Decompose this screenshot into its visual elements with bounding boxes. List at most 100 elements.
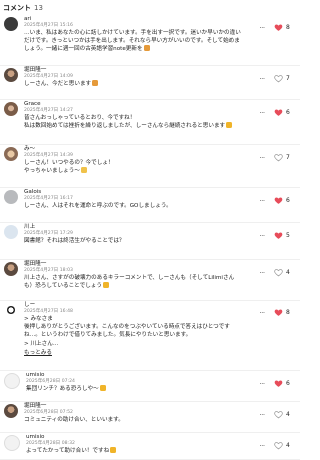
like-count: 7 xyxy=(286,75,290,82)
comment-text-content: 川上さん、さすがの破壊力のあるキラーコメントで、しーさんも（そしてLilimiさ… xyxy=(24,275,235,290)
read-more-link[interactable]: もっとみる xyxy=(24,348,242,356)
heart-filled-icon[interactable] xyxy=(274,379,283,388)
more-menu-icon[interactable]: ··· xyxy=(256,232,268,240)
comment-item: 堀田隆一 2025年4月27日 18:03 川上さん、さすがの破壊力のあるキラーコメ… xyxy=(0,260,300,301)
comment-author[interactable]: 堀田隆一 xyxy=(24,403,242,410)
comment-author[interactable]: ari xyxy=(24,16,242,23)
comment-actions: ··· 6 xyxy=(256,379,292,388)
comment-item: umisio 2025年4月28日 08:32 よってたかって助け合い！ですね ···… xyxy=(0,433,300,460)
avatar[interactable] xyxy=(4,435,20,451)
comment-item: 堀田隆一 2025年6月28日 07:52 コミュニティの助け合い、といいます。 ··… xyxy=(0,402,300,433)
more-menu-icon[interactable]: ··· xyxy=(256,269,268,277)
more-menu-icon[interactable]: ··· xyxy=(256,411,268,419)
comment-author[interactable]: 堀田隆一 xyxy=(24,261,242,268)
heart-filled-icon[interactable] xyxy=(274,308,283,317)
comment-author[interactable]: 川上 xyxy=(24,224,242,231)
like-count: 6 xyxy=(286,197,290,204)
avatar[interactable] xyxy=(4,68,18,82)
comment-text: 集団リンチ？ある恐ろしや〜 xyxy=(26,385,242,393)
more-menu-icon[interactable]: ··· xyxy=(256,24,268,32)
heart-outline-icon[interactable] xyxy=(274,410,283,419)
comment-actions: ··· 8 xyxy=(256,23,292,32)
smile-emoji-icon xyxy=(226,122,233,129)
comment-text-content: 図書館？それは終活生がやることでは？ xyxy=(24,238,125,244)
comment-author[interactable]: umisio xyxy=(26,372,242,379)
comment-author[interactable]: Galois xyxy=(24,189,242,196)
comment-text: しーさん、人はそれを運命と呼ぶのです。GOしましょう。 xyxy=(24,202,242,210)
heart-outline-icon[interactable] xyxy=(274,441,283,450)
smile-emoji-icon xyxy=(110,447,117,453)
comment-text-content: 集団リンチ？ある恐ろしや〜 xyxy=(26,386,99,392)
comment-author[interactable]: Grace xyxy=(24,101,242,108)
comment-author[interactable]: 堀田隆一 xyxy=(24,67,242,74)
comment-body: 川上 2025年4月27日 17:29 図書館？それは終活生がやることでは？ xyxy=(24,223,294,259)
comment-body: み〜 2025年4月27日 14:39 しーさん！いつやるの？今でしょ！ やっちゃい… xyxy=(24,145,294,187)
comment-text: よってたかって助け合い！ですね xyxy=(26,447,242,455)
comment-body: 堀田隆一 2025年4月27日 14:09 しーさん、今だと思います xyxy=(24,66,294,99)
comment-actions: ··· 7 xyxy=(256,153,292,162)
comment-text: > みなさま 後押しありがとうございます。こんなのをつぶやいている時点で答えはひ… xyxy=(24,315,242,348)
heart-outline-icon[interactable] xyxy=(274,153,283,162)
comment-item: み〜 2025年4月27日 14:39 しーさん！いつやるの？今でしょ！ やっちゃい… xyxy=(0,145,300,188)
avatar[interactable] xyxy=(4,225,18,239)
avatar[interactable] xyxy=(4,190,18,204)
comment-actions: ··· 4 xyxy=(256,268,292,277)
like-count: 4 xyxy=(286,411,290,418)
comment-text: …いま、私はあなたの心に話しかけています。手を出す一択です。迷いか早いかの違いだ… xyxy=(24,29,242,54)
comment-text: コミュニティの助け合い、といいます。 xyxy=(24,416,242,424)
book-emoji-icon xyxy=(92,80,99,86)
comment-actions: ··· 6 xyxy=(256,196,292,205)
like-count: 8 xyxy=(286,24,290,31)
more-menu-icon[interactable]: ··· xyxy=(256,75,268,83)
comment-item: umisio 2025年6月28日 07:24 集団リンチ？ある恐ろしや〜 ··· 6 xyxy=(0,371,300,402)
comment-author[interactable]: umisio xyxy=(26,434,242,441)
comment-text: 皆さんおっしゃっているとおり、今ですね！ 私は数回始めては挫折を繰り返しましたが… xyxy=(24,114,242,130)
avatar[interactable] xyxy=(4,102,18,116)
comment-actions: ··· 8 xyxy=(256,308,292,317)
comments-header: コメント 13 xyxy=(0,0,300,15)
comment-body: Grace 2025年4月27日 14:27 皆さんおっしゃっているとおり、今ですね… xyxy=(24,100,294,144)
heart-outline-icon[interactable] xyxy=(274,74,283,83)
comment-actions: ··· 4 xyxy=(256,410,292,419)
heart-outline-icon[interactable] xyxy=(274,268,283,277)
comment-text: しーさん！いつやるの？今でしょ！ やっちゃいましょう〜 xyxy=(24,159,242,175)
avatar[interactable] xyxy=(4,373,20,389)
comment-actions: ··· 7 xyxy=(256,74,292,83)
more-menu-icon[interactable]: ··· xyxy=(256,380,268,388)
more-menu-icon[interactable]: ··· xyxy=(256,109,268,117)
like-count: 6 xyxy=(286,109,290,116)
comment-list: ari 2025年4月27日 15:16 …いま、私はあなたの心に話しかけています。… xyxy=(0,15,300,460)
like-count: 7 xyxy=(286,154,290,161)
avatar[interactable] xyxy=(4,404,18,418)
more-menu-icon[interactable]: ··· xyxy=(256,197,268,205)
like-count: 4 xyxy=(286,442,290,449)
comment-text: 川上さん、さすがの破壊力のあるキラーコメントで、しーさんも（そしてLilimiさ… xyxy=(24,274,242,290)
comments-title: コメント xyxy=(3,3,31,12)
comment-actions: ··· 5 xyxy=(256,231,292,240)
avatar[interactable] xyxy=(4,17,18,31)
avatar[interactable] xyxy=(4,303,18,317)
comment-text-content: 皆さんおっしゃっているとおり、今ですね！ 私は数回始めては挫折を繰り返しましたが… xyxy=(24,115,226,130)
heart-filled-icon[interactable] xyxy=(274,108,283,117)
comment-body: 堀田隆一 2025年6月28日 07:52 コミュニティの助け合い、といいます。 xyxy=(24,402,294,432)
comment-actions: ··· 6 xyxy=(256,108,292,117)
comment-body: Galois 2025年4月27日 16:17 しーさん、人はそれを運命と呼ぶのです… xyxy=(24,188,294,222)
avatar[interactable] xyxy=(4,262,18,276)
comment-text: 図書館？それは終活生がやることでは？ xyxy=(24,237,242,245)
more-menu-icon[interactable]: ··· xyxy=(256,309,268,317)
comment-item: 堀田隆一 2025年4月27日 14:09 しーさん、今だと思います ··· 7 xyxy=(0,66,300,100)
comment-item: Grace 2025年4月27日 14:27 皆さんおっしゃっているとおり、今ですね… xyxy=(0,100,300,145)
book-emoji-icon xyxy=(143,45,150,52)
comment-item: Galois 2025年4月27日 16:17 しーさん、人はそれを運命と呼ぶのです… xyxy=(0,188,300,223)
heart-filled-icon[interactable] xyxy=(274,23,283,32)
comment-author[interactable]: しー xyxy=(24,302,242,309)
like-count: 8 xyxy=(286,309,290,316)
heart-filled-icon[interactable] xyxy=(274,231,283,240)
comment-author[interactable]: み〜 xyxy=(24,146,242,153)
heart-filled-icon[interactable] xyxy=(274,196,283,205)
comment-body: umisio 2025年4月28日 08:32 よってたかって助け合い！ですね xyxy=(26,433,294,459)
comment-text-content: しーさん、今だと思います xyxy=(24,81,92,87)
more-menu-icon[interactable]: ··· xyxy=(256,154,268,162)
avatar[interactable] xyxy=(4,147,18,161)
more-menu-icon[interactable]: ··· xyxy=(256,442,268,450)
